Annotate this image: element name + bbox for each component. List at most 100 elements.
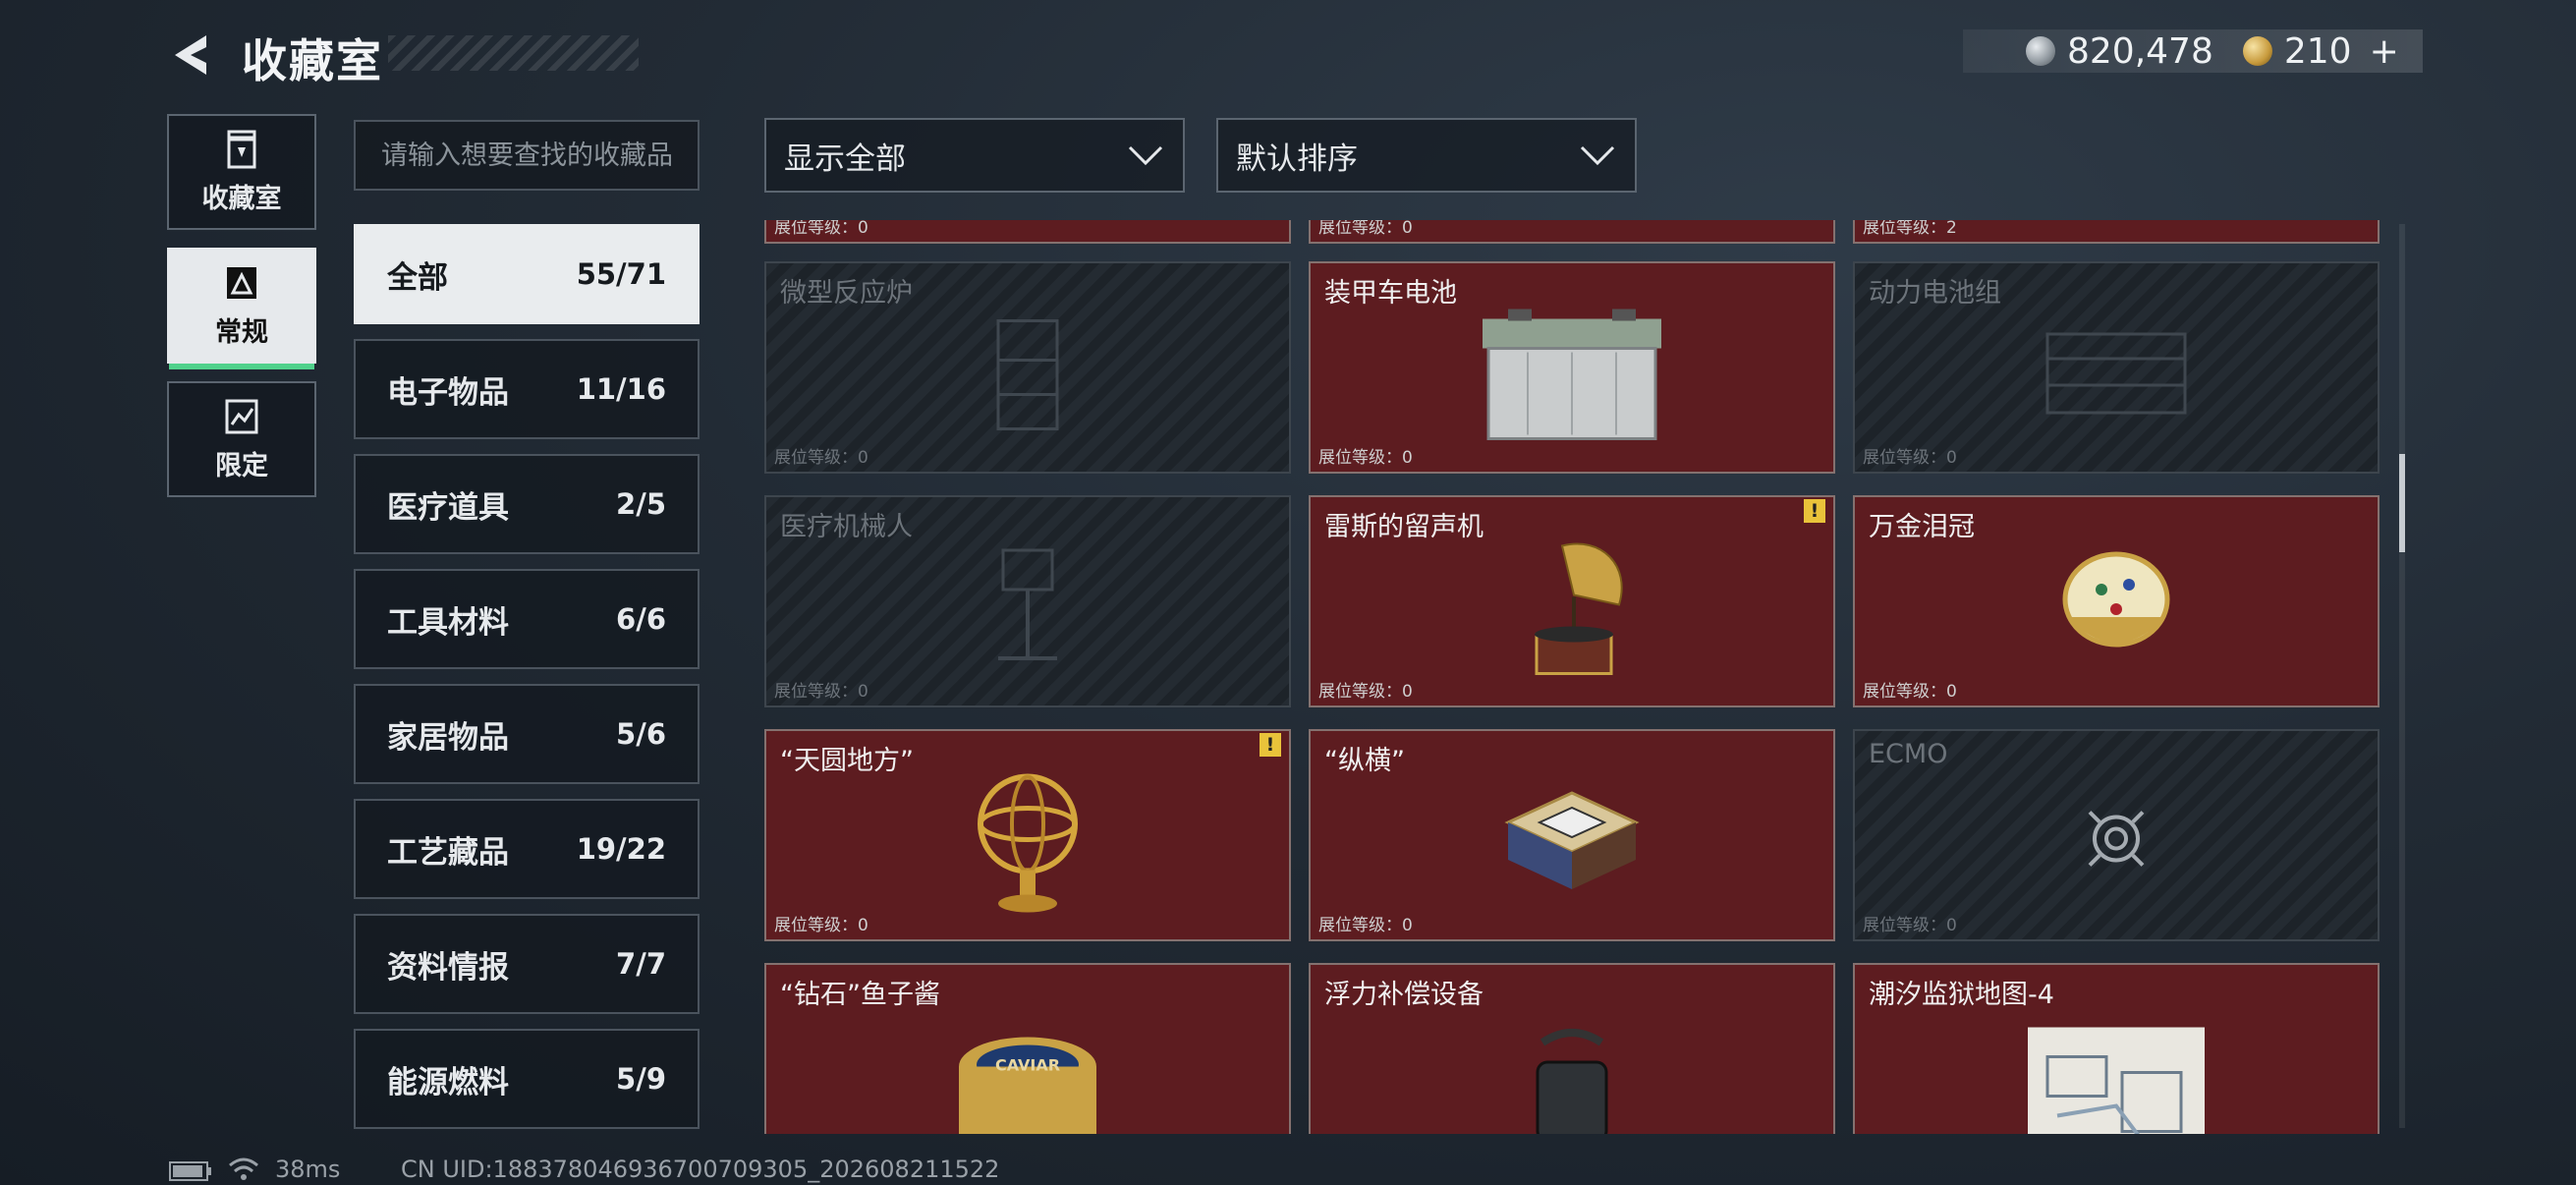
grid-scrollbar[interactable]	[2399, 224, 2405, 1128]
category-count: 5/6	[616, 717, 666, 751]
tab-label: 收藏室	[201, 183, 282, 214]
chevron-down-icon	[1580, 145, 1615, 166]
booth-level: 展位等级：0	[1863, 916, 1957, 935]
booth-level: 展位等级：0	[1318, 448, 1413, 468]
filter-dropdown[interactable]: 显示全部	[764, 118, 1185, 193]
item-name: 雷斯的留声机	[1324, 512, 1484, 542]
tab-limited[interactable]: 限定	[167, 381, 316, 497]
search-input[interactable]	[354, 120, 700, 191]
collection-card[interactable]: “纵横” 展位等级：0	[1309, 729, 1835, 941]
item-name: 潮汐监狱地图-4	[1869, 980, 2054, 1010]
category-count: 11/16	[576, 372, 666, 406]
silver-coin-amount: 820,478	[2067, 30, 2213, 72]
item-name: “纵横”	[1324, 746, 1405, 776]
chart-icon	[225, 399, 258, 433]
item-name: “钻石”鱼子酱	[780, 980, 940, 1010]
collection-card[interactable]: CAVIAR “钻石”鱼子酱	[764, 963, 1291, 1134]
filter-selected-value: 显示全部	[784, 141, 906, 177]
booth-level: 展位等级：2	[1863, 220, 1957, 238]
category-medical[interactable]: 医疗道具 2/5	[354, 454, 700, 554]
medical-robot-silhouette-icon	[998, 548, 1057, 660]
collection-card[interactable]: 展位等级：2	[1853, 220, 2380, 244]
gold-coin-icon	[2242, 36, 2272, 66]
category-label: 全部	[387, 259, 448, 296]
category-intel[interactable]: 资料情报 7/7	[354, 914, 700, 1014]
gramophone-icon	[1535, 542, 1623, 675]
prison-map-icon	[2028, 1027, 2205, 1134]
category-tools[interactable]: 工具材料 6/6	[354, 569, 700, 669]
category-energy[interactable]: 能源燃料 5/9	[354, 1029, 700, 1129]
grid-scrollbar-thumb[interactable]	[2399, 454, 2405, 552]
item-name: 动力电池组	[1869, 278, 2001, 309]
category-count: 2/5	[616, 487, 666, 521]
booth-level: 展位等级：0	[1318, 916, 1413, 935]
collection-card[interactable]: 万金泪冠 展位等级：0	[1853, 495, 2380, 707]
gold-coin-amount: 210	[2283, 30, 2352, 72]
back-arrow-icon[interactable]	[167, 29, 218, 81]
booth-level: 展位等级：0	[1863, 682, 1957, 702]
trash-can-icon	[227, 130, 256, 168]
warning-icon: !	[1804, 499, 1825, 523]
tab-regular[interactable]: 常规	[167, 248, 316, 369]
category-count: 19/22	[576, 832, 666, 866]
caviar-label: CAVIAR	[995, 1056, 1060, 1075]
category-label: 电子物品	[387, 374, 509, 411]
document-icon	[227, 266, 256, 299]
collection-card[interactable]: 装甲车电池 展位等级：0	[1309, 261, 1835, 474]
booth-level: 展位等级：0	[774, 220, 868, 238]
booth-level: 展位等级：0	[774, 916, 868, 935]
jeweled-egg-icon	[2062, 551, 2170, 648]
category-label: 能源燃料	[387, 1064, 509, 1100]
booth-level: 展位等级：0	[774, 682, 868, 702]
user-uid: CN UID:188378046936700709305_20260821152…	[401, 1156, 1000, 1183]
category-label: 资料情报	[387, 949, 509, 986]
tab-label: 常规	[215, 316, 268, 348]
collection-card[interactable]: 微型反应炉 展位等级：0	[764, 261, 1291, 474]
collection-card[interactable]: 浮力补偿设备	[1309, 963, 1835, 1134]
booth-level: 展位等级：0	[1318, 220, 1413, 238]
micro-reactor-silhouette-icon	[996, 319, 1059, 430]
category-electronics[interactable]: 电子物品 11/16	[354, 339, 700, 439]
battery-icon	[169, 1161, 211, 1181]
category-label: 工具材料	[387, 604, 509, 641]
collection-card[interactable]: 潮汐监狱地图-4	[1853, 963, 2380, 1134]
collection-card[interactable]: “天圆地方” ! 展位等级：0	[764, 729, 1291, 941]
item-name: 装甲车电池	[1324, 278, 1457, 309]
target-reticle-icon	[2088, 811, 2145, 867]
category-crafts[interactable]: 工艺藏品 19/22	[354, 799, 700, 899]
collection-grid[interactable]: 展位等级：0 展位等级：0 展位等级：2 微型反应炉 展位等级：0 装甲车电池 …	[764, 220, 2385, 1134]
caviar-tin-icon: CAVIAR	[959, 1037, 1096, 1134]
currency-bar: 820,478 210 +	[1963, 29, 2423, 73]
page-title: 收藏室	[242, 34, 383, 87]
category-label: 家居物品	[387, 719, 509, 756]
category-count: 5/9	[616, 1062, 666, 1096]
title-decoration	[388, 35, 639, 71]
category-count: 6/6	[616, 602, 666, 636]
booth-level: 展位等级：0	[1318, 682, 1413, 702]
tab-label: 限定	[215, 450, 268, 481]
item-name: 万金泪冠	[1869, 512, 1975, 542]
item-name: ECMO	[1869, 739, 1948, 769]
battery-pack-silhouette-icon	[2045, 332, 2187, 415]
collection-card[interactable]: 展位等级：0	[764, 220, 1291, 244]
sort-dropdown[interactable]: 默认排序	[1216, 118, 1637, 193]
collection-card[interactable]: 医疗机械人 展位等级：0	[764, 495, 1291, 707]
collection-card[interactable]: 雷斯的留声机 ! 展位等级：0	[1309, 495, 1835, 707]
category-household[interactable]: 家居物品 5/6	[354, 684, 700, 784]
booth-level: 展位等级：0	[774, 448, 868, 468]
add-currency-button[interactable]: +	[2370, 31, 2399, 72]
category-label: 医疗道具	[387, 489, 509, 526]
category-count: 55/71	[576, 257, 666, 291]
collection-card[interactable]: 动力电池组 展位等级：0	[1853, 261, 2380, 474]
collection-card[interactable]: 展位等级：0	[1309, 220, 1835, 244]
booth-level: 展位等级：0	[1863, 448, 1957, 468]
silver-coin-icon	[2026, 36, 2055, 66]
warning-icon: !	[1260, 733, 1281, 757]
category-label: 工艺藏品	[387, 834, 509, 871]
ping-value: 38ms	[275, 1156, 341, 1183]
collection-card[interactable]: ECMO 展位等级：0	[1853, 729, 2380, 941]
category-all[interactable]: 全部 55/71	[354, 224, 700, 324]
item-name: “天圆地方”	[780, 746, 914, 776]
tab-collection-room[interactable]: 收藏室	[167, 114, 316, 230]
chevron-down-icon	[1128, 145, 1163, 166]
